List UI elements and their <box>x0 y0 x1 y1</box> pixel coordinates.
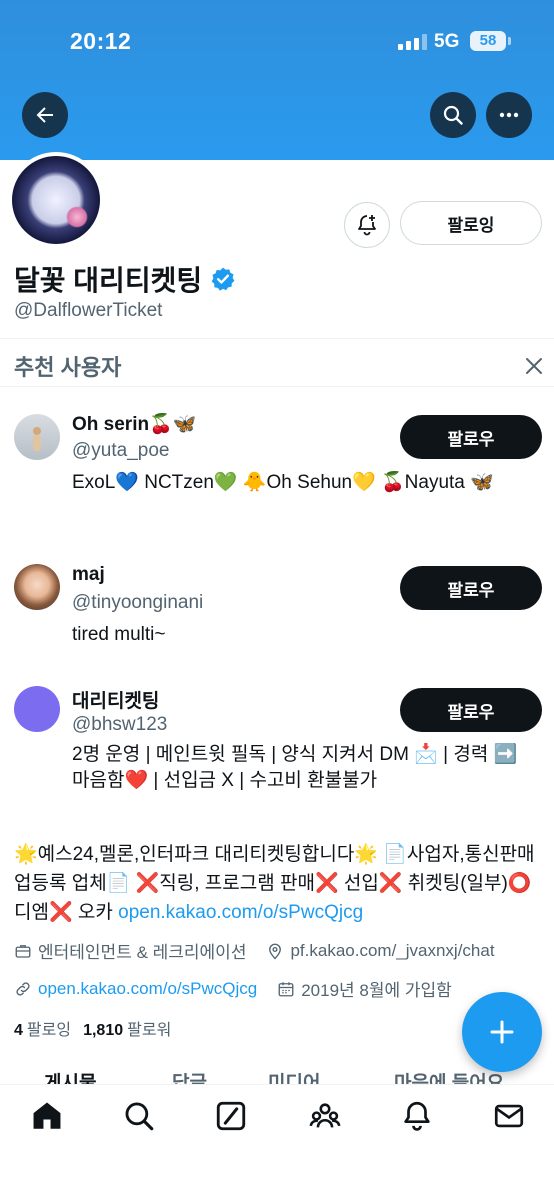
nav-communities[interactable] <box>308 1099 342 1133</box>
plus-icon <box>490 1020 514 1044</box>
user-handle: @tinyoonginani <box>72 592 204 613</box>
battery-icon: 58 <box>470 31 506 51</box>
search-button[interactable] <box>430 92 476 138</box>
communities-icon <box>309 1103 341 1128</box>
more-button[interactable] <box>486 92 532 138</box>
arrow-left-icon <box>36 107 53 123</box>
bell-plus-icon <box>358 215 376 236</box>
profile-category: 엔터테인먼트 & 레크리에이션 <box>38 943 247 962</box>
nav-notifications[interactable] <box>400 1099 434 1133</box>
user-avatar[interactable] <box>14 414 60 460</box>
flower-decoration <box>66 206 88 228</box>
profile-meta-row: 엔터테인먼트 & 레크리에이션 pf.kakao.com/_jvaxnxj/ch… <box>14 938 495 963</box>
status-bar: 20:12 5G 58 <box>0 0 554 84</box>
user-bio: 2명 운영 | 메인트윗 필독 | 양식 지켜서 DM 📩 | 경력 ➡️ 마음… <box>72 744 518 791</box>
user-handle: @yuta_poe <box>72 440 170 461</box>
user-bio: tired multi~ <box>72 624 166 645</box>
profile-website-link[interactable]: open.kakao.com/o/sPwcQjcg <box>38 979 257 999</box>
user-avatar[interactable] <box>14 686 60 732</box>
follow-button[interactable]: 팔로우 <box>400 415 542 459</box>
following-number: 4 <box>14 1022 23 1039</box>
person-photo-icon <box>33 427 41 451</box>
calendar-icon <box>278 981 294 996</box>
search-icon <box>443 105 463 125</box>
bio-link[interactable]: open.kakao.com/o/sPwcQjcg <box>118 902 363 923</box>
bottom-navigation <box>0 1084 554 1200</box>
battery-tip <box>508 37 511 45</box>
profile-avatar[interactable] <box>8 152 104 248</box>
follow-counts: 4 팔로잉 1,810 팔로워 <box>14 1016 171 1040</box>
profile-bio: 🌟예스24,멜론,인터파크 대리티켓팅합니다🌟 📄사업자,통신판매업등록 업체📄… <box>14 840 542 927</box>
close-icon[interactable] <box>522 354 546 378</box>
status-time: 20:12 <box>70 28 132 54</box>
profile-meta-row: open.kakao.com/o/sPwcQjcg 2019년 8월에 가입함 <box>14 976 452 1001</box>
follow-button[interactable]: 팔로우 <box>400 688 542 732</box>
nav-messages[interactable] <box>492 1099 526 1133</box>
followers-label: 팔로워 <box>127 1022 172 1039</box>
user-handle: @bhsw123 <box>72 714 168 735</box>
network-label: 5G <box>434 31 460 52</box>
nav-explore[interactable] <box>122 1099 156 1133</box>
divider <box>0 338 554 339</box>
following-button[interactable]: 팔로잉 <box>400 201 542 245</box>
user-bio: ExoL💙 NCTzen💚 🐥Oh Sehun💛 🍒Nayuta 🦋 <box>72 472 494 493</box>
verified-badge-icon <box>211 267 235 291</box>
back-button[interactable] <box>22 92 68 138</box>
display-name: 달꽃 대리티켓팅 <box>14 259 236 299</box>
display-name-text: 달꽃 대리티켓팅 <box>14 265 203 296</box>
search-icon <box>125 1102 154 1131</box>
profile-joined-date: 2019년 8월에 가입함 <box>301 981 452 1000</box>
following-count[interactable]: 4 팔로잉 <box>14 1016 71 1040</box>
followers-count[interactable]: 1,810 팔로워 <box>83 1016 171 1040</box>
user-name[interactable]: Oh serin🍒🦋 <box>72 412 196 436</box>
user-name[interactable]: 대리티켓팅 <box>72 686 159 713</box>
notification-bell-button[interactable] <box>344 202 390 248</box>
compose-button[interactable] <box>462 992 542 1072</box>
follow-button[interactable]: 팔로우 <box>400 566 542 610</box>
more-icon <box>499 112 519 118</box>
user-name[interactable]: maj <box>72 564 105 586</box>
location-icon <box>269 943 282 959</box>
bell-icon <box>404 1101 430 1131</box>
divider <box>0 386 554 387</box>
link-icon <box>16 981 30 996</box>
home-icon <box>33 1102 61 1129</box>
mail-icon <box>494 1104 524 1128</box>
profile-handle: @DalflowerTicket <box>14 300 163 321</box>
briefcase-icon <box>15 944 31 958</box>
grok-icon <box>216 1101 246 1131</box>
recommended-users-title: 추천 사용자 <box>14 355 122 380</box>
nav-home[interactable] <box>30 1099 64 1133</box>
user-avatar[interactable] <box>14 564 60 610</box>
following-label: 팔로잉 <box>26 1022 72 1039</box>
signal-icon <box>398 34 428 50</box>
profile-location: pf.kakao.com/_jvaxnxj/chat <box>290 940 495 960</box>
followers-number: 1,810 <box>83 1022 124 1039</box>
nav-grok[interactable] <box>214 1099 248 1133</box>
